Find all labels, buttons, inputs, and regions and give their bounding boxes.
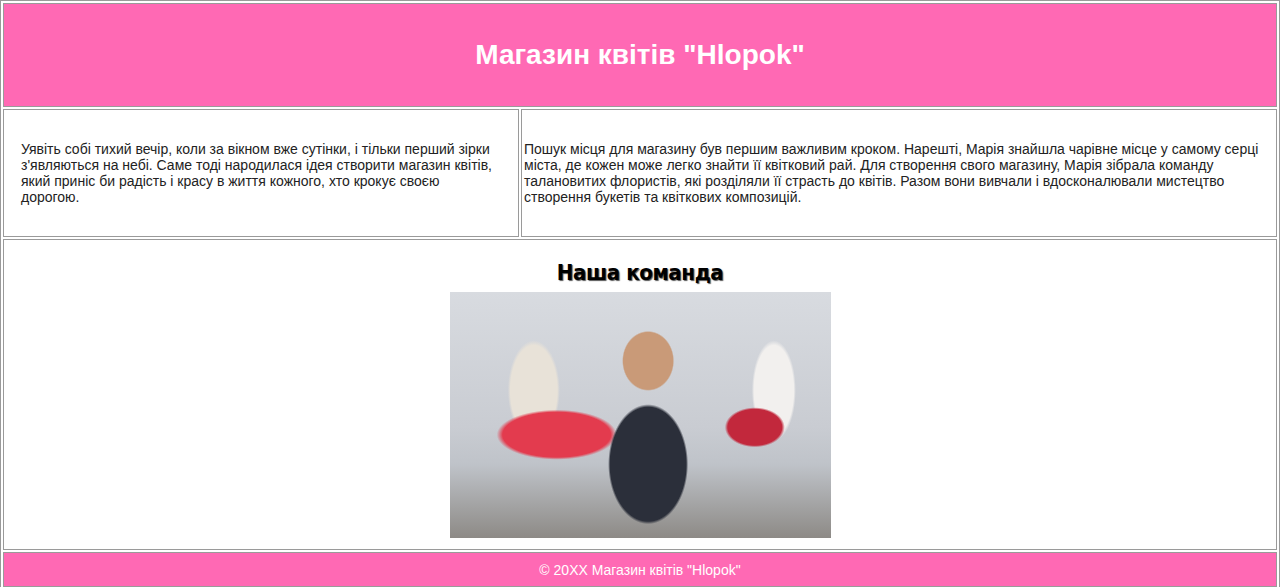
team-row: Наша команда — [3, 239, 1277, 550]
team-heading: Наша команда — [4, 259, 1276, 285]
intro-left: Уявіть собі тихий вечір, коли за вікном … — [3, 109, 519, 237]
intro-row: Уявіть собі тихий вечір, коли за вікном … — [3, 109, 1277, 237]
intro-text: Пошук місця для магазину був першим важл… — [524, 141, 1274, 205]
footer-row: © 20XX Магазин квітів "Hlopok" — [3, 552, 1277, 587]
footer: © 20XX Магазин квітів "Hlopok" — [3, 552, 1277, 587]
intro-text: Уявіть собі тихий вечір, коли за вікном … — [21, 141, 501, 205]
page-table: Магазин квітів "Hlopok" Уявіть собі тихий… — [0, 0, 1280, 587]
intro-right: Пошук місця для магазину був першим важл… — [521, 109, 1277, 237]
header-row: Магазин квітів "Hlopok" — [3, 3, 1277, 107]
team-photo — [450, 292, 831, 538]
team-section: Наша команда — [3, 239, 1277, 550]
header: Магазин квітів "Hlopok" — [3, 3, 1277, 107]
footer-text: © 20XX Магазин квітів "Hlopok" — [539, 562, 740, 578]
site-title: Магазин квітів "Hlopok" — [4, 39, 1276, 71]
